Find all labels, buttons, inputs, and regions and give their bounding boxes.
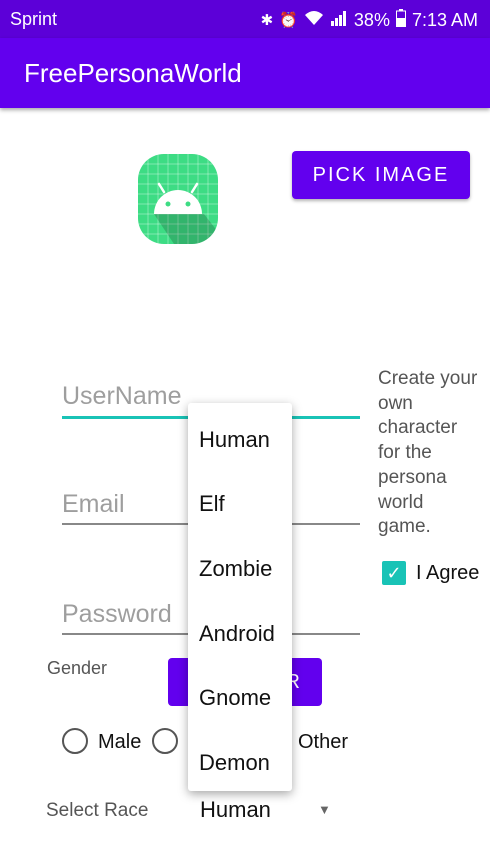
race-spinner-value[interactable]: Human: [200, 797, 271, 823]
race-option-gnome[interactable]: Gnome: [199, 685, 271, 711]
password-placeholder: Password: [62, 600, 172, 628]
race-label: Select Race: [46, 800, 149, 821]
status-icons: ✱ ⏰ 38% 7:13 AM: [261, 9, 478, 31]
email-placeholder: Email: [62, 490, 125, 518]
race-option-android[interactable]: Android: [199, 621, 275, 647]
race-option-demon[interactable]: Demon: [199, 750, 270, 776]
race-option-elf[interactable]: Elf: [199, 491, 225, 517]
carrier-label: Sprint: [10, 9, 58, 29]
race-option-zombie[interactable]: Zombie: [199, 556, 272, 582]
agree-label: I Agree: [416, 561, 480, 584]
app-bar: FreePersonaWorld: [0, 38, 490, 108]
dropdown-arrow-icon[interactable]: ▼: [318, 802, 331, 817]
info-text: Create your own character for the person…: [378, 368, 478, 538]
battery-percent: 38%: [353, 9, 390, 30]
radio-female[interactable]: [152, 728, 178, 754]
signal-icon: [330, 10, 348, 30]
radio-male-label: Male: [98, 731, 142, 753]
wifi-icon: [304, 10, 324, 30]
status-bar: Sprint ✱ ⏰ 38% 7:13 AM: [0, 0, 490, 38]
alarm-icon: ⏰: [279, 12, 298, 29]
checkmark-icon: ✓: [386, 562, 402, 583]
gender-label: Gender: [47, 658, 108, 678]
clock: 7:13 AM: [411, 9, 478, 30]
agree-checkbox-row[interactable]: ✓ I Agree: [382, 561, 479, 585]
race-option-human[interactable]: Human: [199, 427, 270, 453]
app-title: FreePersonaWorld: [24, 58, 242, 88]
race-dropdown-menu: Human Elf Zombie Android Gnome Demon: [188, 403, 292, 791]
battery-icon: [395, 9, 406, 31]
radio-male[interactable]: [62, 728, 88, 754]
username-placeholder: UserName: [62, 382, 182, 410]
radio-other-label: Other: [298, 731, 349, 753]
android-logo-icon: [138, 154, 218, 244]
agree-checkbox[interactable]: ✓: [382, 561, 406, 585]
bluetooth-icon: ✱: [260, 12, 274, 29]
pick-image-button[interactable]: PICK IMAGE: [292, 151, 470, 199]
